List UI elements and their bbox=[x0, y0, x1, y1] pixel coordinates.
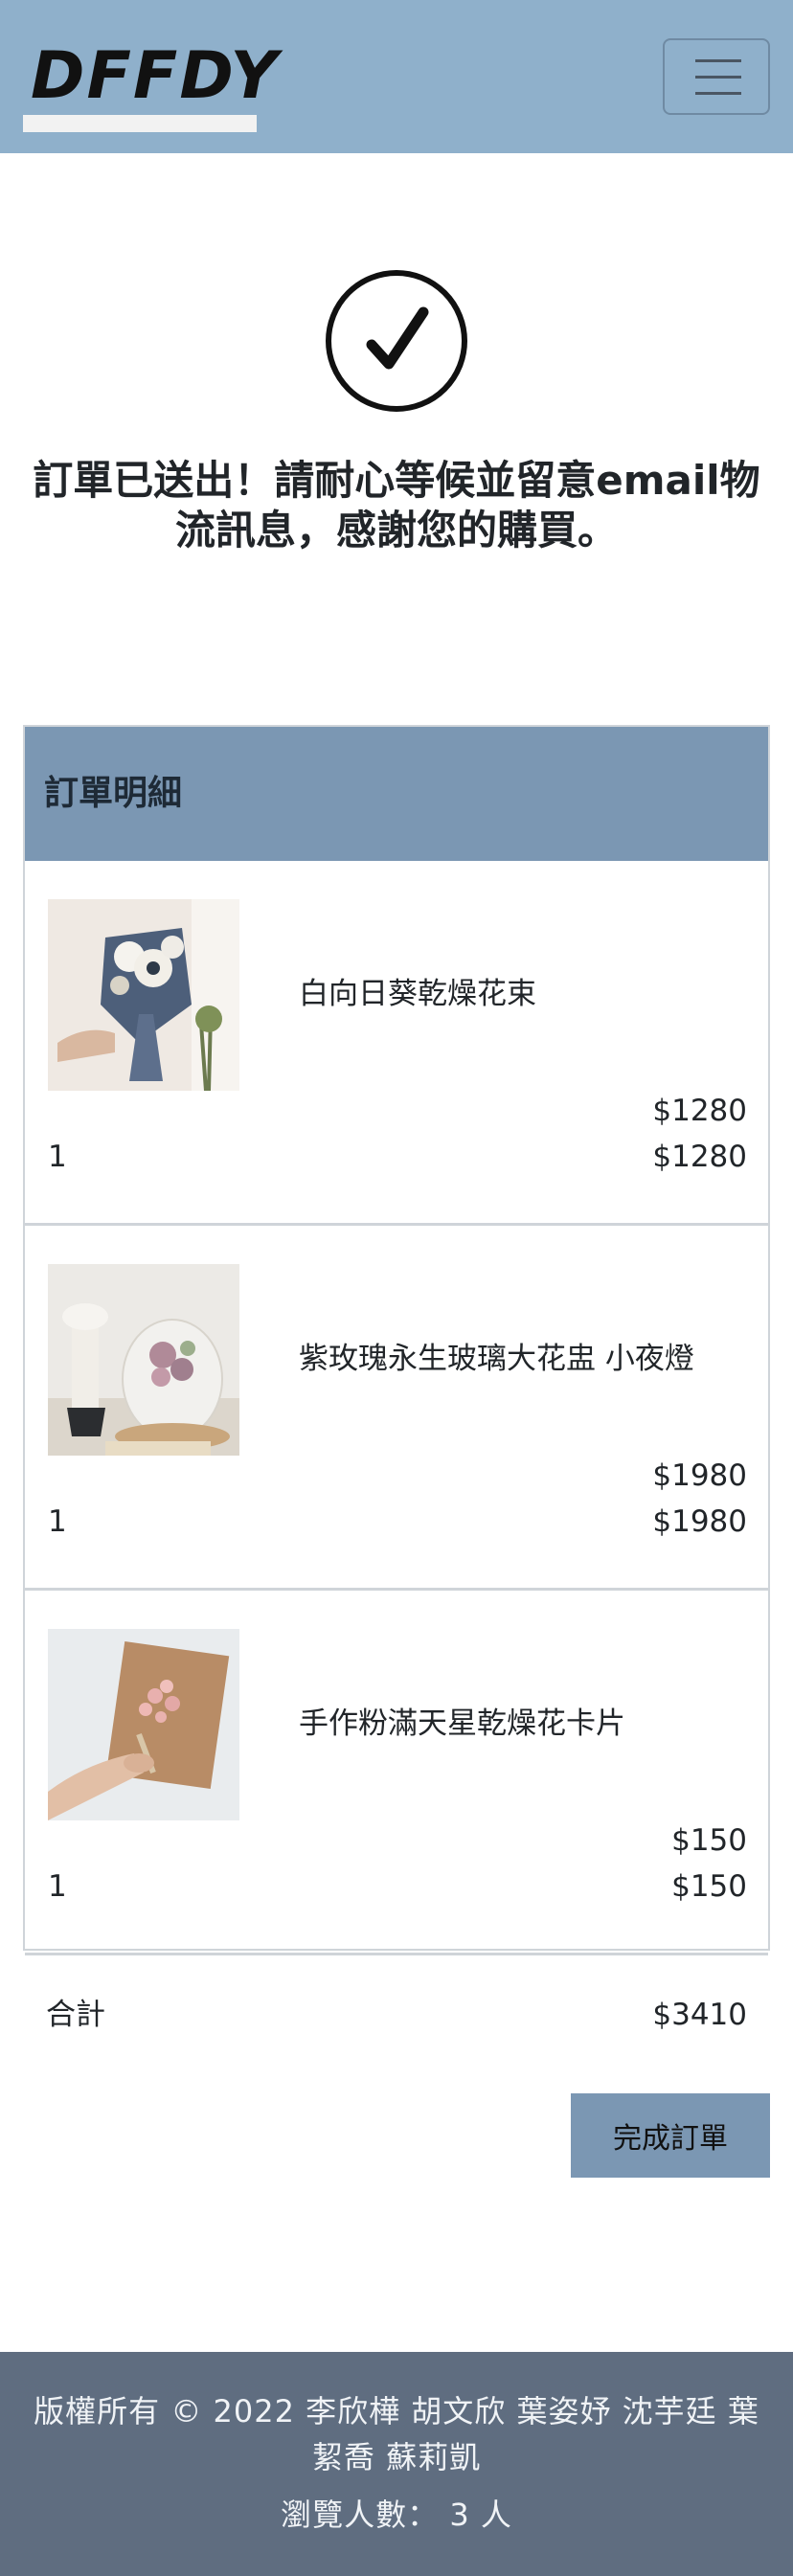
order-details-card: 訂單明細 白向日葵乾燥花束 $1280 1 $1280 紫玫瑰永生玻璃大花盅 小… bbox=[23, 725, 770, 1955]
product-subtotal: $1980 bbox=[652, 1504, 747, 1539]
navbar: DFFDY bbox=[0, 0, 793, 153]
product-name: 手作粉滿天星乾燥花卡片 bbox=[299, 1706, 625, 1741]
brand-name: DFFDY bbox=[31, 38, 280, 114]
order-item: 紫玫瑰永生玻璃大花盅 小夜燈 $1980 1 $1980 bbox=[25, 1226, 768, 1591]
product-price: $150 bbox=[671, 1823, 747, 1858]
product-image bbox=[48, 1264, 239, 1456]
product-subtotal: $1280 bbox=[652, 1140, 747, 1174]
order-item: 白向日葵乾燥花束 $1280 1 $1280 bbox=[25, 861, 768, 1226]
check-circle-icon bbox=[326, 270, 467, 412]
product-name: 白向日葵乾燥花束 bbox=[299, 977, 536, 1011]
product-image bbox=[48, 1629, 239, 1820]
order-item: 手作粉滿天星乾燥花卡片 $150 1 $150 bbox=[25, 1591, 768, 1955]
product-price: $1280 bbox=[652, 1094, 747, 1128]
menu-toggle-button[interactable] bbox=[663, 38, 770, 115]
product-quantity: 1 bbox=[48, 1140, 67, 1174]
total-label: 合計 bbox=[46, 1998, 105, 2032]
complete-order-button[interactable]: 完成訂單 bbox=[571, 2093, 770, 2178]
footer: 版權所有 © 2022 李欣樺 胡文欣 葉姿妤 沈芋廷 葉絜喬 蘇莉凱 瀏覽人數… bbox=[0, 2352, 793, 2576]
product-price: $1980 bbox=[652, 1458, 747, 1493]
success-message: 訂單已送出！請耐心等候並留意email物流訊息，感謝您的購買。 bbox=[33, 457, 760, 554]
product-name: 紫玫瑰永生玻璃大花盅 小夜燈 bbox=[299, 1342, 694, 1376]
order-details-title: 訂單明細 bbox=[44, 774, 183, 813]
visitor-count: 瀏覽人數： 3 人 bbox=[281, 2497, 512, 2533]
brand-underline bbox=[23, 115, 257, 132]
brand-logo[interactable]: DFFDY bbox=[23, 38, 278, 134]
total-value: $3410 bbox=[652, 1998, 747, 2032]
product-subtotal: $150 bbox=[671, 1869, 747, 1904]
footer-copyright: 版權所有 © 2022 李欣樺 胡文欣 葉姿妤 沈芋廷 葉絜喬 蘇莉凱 bbox=[34, 2393, 759, 2475]
order-details-header: 訂單明細 bbox=[25, 727, 768, 861]
product-quantity: 1 bbox=[48, 1504, 67, 1539]
product-image bbox=[48, 899, 239, 1091]
product-quantity: 1 bbox=[48, 1869, 67, 1904]
